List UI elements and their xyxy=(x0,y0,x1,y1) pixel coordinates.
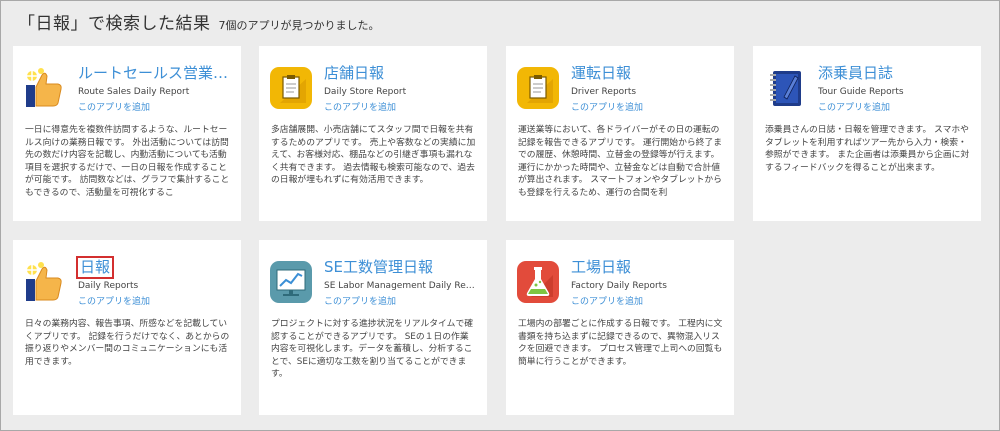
app-card-store-report: 店舗日報 Daily Store Report このアプリを追加 多店舗展開、小… xyxy=(259,46,487,221)
thumbs-up-icon xyxy=(24,261,66,303)
app-card-se-labor: SE工数管理日報 SE Labor Management Daily Re… こ… xyxy=(259,240,487,415)
app-card-daily-reports: 日報 Daily Reports このアプリを追加 日々の業務内容、報告事項、所… xyxy=(13,240,241,415)
search-result-title: 「日報」で検索した結果 xyxy=(18,14,211,34)
app-name-link[interactable]: SE工数管理日報 xyxy=(324,258,480,277)
app-subtitle: Factory Daily Reports xyxy=(571,281,667,291)
app-description: プロジェクトに対する進捗状況をリアルタイムで確認することができるアプリです。 S… xyxy=(271,319,474,380)
app-subtitle: Driver Reports xyxy=(571,87,637,97)
add-app-link[interactable]: このアプリを追加 xyxy=(818,100,890,113)
app-description: 多店舗展開、小売店舗にてスタッフ間で日報を共有するためのアプリです。 売上や客数… xyxy=(271,125,476,186)
app-card-route-sales: ルートセールス営業… Route Sales Daily Report このアプ… xyxy=(13,46,241,221)
search-result-header: 「日報」で検索した結果 7個のアプリが見つかりました。 xyxy=(18,9,380,34)
app-subtitle: Daily Reports xyxy=(78,281,139,291)
app-subtitle: SE Labor Management Daily Re… xyxy=(324,281,475,291)
app-subtitle: Tour Guide Reports xyxy=(818,87,904,97)
app-description: 一日に得意先を複数件訪問するような、ルートセールス向けの業務日報です。 外出活動… xyxy=(25,125,230,198)
clipboard-icon xyxy=(517,67,559,109)
app-name-link[interactable]: 店舗日報 xyxy=(324,64,480,83)
line-chart-icon xyxy=(270,261,312,303)
app-description: 工場内の部署ごとに作成する日報です。 工程内に文書類を持ち込まずに記録できるので… xyxy=(518,319,723,367)
app-name-link[interactable]: 工場日報 xyxy=(571,258,727,277)
app-name-link[interactable]: 日報 xyxy=(76,256,115,279)
flask-icon xyxy=(517,261,559,303)
app-name-link[interactable]: ルートセールス営業… xyxy=(78,64,234,83)
app-card-factory: 工場日報 Factory Daily Reports このアプリを追加 工場内の… xyxy=(506,240,734,415)
app-subtitle: Daily Store Report xyxy=(324,87,407,97)
notebook-icon xyxy=(764,67,806,109)
add-app-link[interactable]: このアプリを追加 xyxy=(571,294,643,307)
search-result-count: 7個のアプリが見つかりました。 xyxy=(218,19,380,32)
app-card-driver-reports: 運転日報 Driver Reports このアプリを追加 運送業等において、各ド… xyxy=(506,46,734,221)
add-app-link[interactable]: このアプリを追加 xyxy=(571,100,643,113)
app-description: 運送業等において、各ドライバーがその日の運転の記録を報告できるアプリです。 運行… xyxy=(518,125,723,198)
clipboard-icon xyxy=(270,67,312,109)
app-subtitle: Route Sales Daily Report xyxy=(78,87,190,97)
app-name-link[interactable]: 添乗員日誌 xyxy=(818,64,974,83)
app-description: 添乗員さんの日誌・日報を管理できます。 スマホやタブレットを利用すればツアー先か… xyxy=(765,125,970,173)
app-name-link[interactable]: 運転日報 xyxy=(571,64,727,83)
thumbs-up-icon xyxy=(24,67,66,109)
add-app-link[interactable]: このアプリを追加 xyxy=(78,294,150,307)
add-app-link[interactable]: このアプリを追加 xyxy=(78,100,150,113)
app-card-tour-guide: 添乗員日誌 Tour Guide Reports このアプリを追加 添乗員さんの… xyxy=(753,46,981,221)
add-app-link[interactable]: このアプリを追加 xyxy=(324,294,396,307)
app-description: 日々の業務内容、報告事項、所感などを記載していくアプリです。 記録を行うだけでな… xyxy=(25,319,230,367)
add-app-link[interactable]: このアプリを追加 xyxy=(324,100,396,113)
